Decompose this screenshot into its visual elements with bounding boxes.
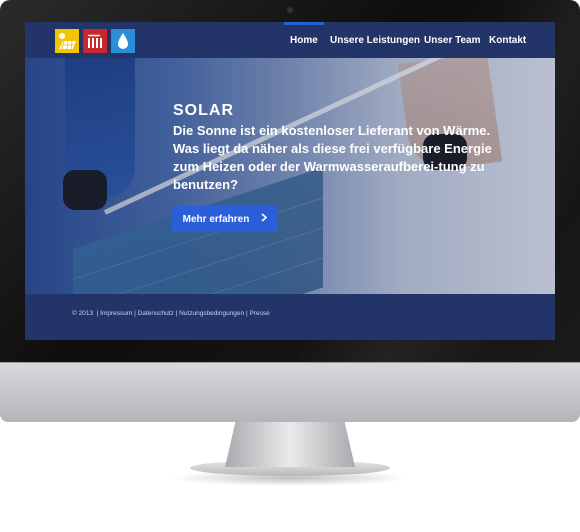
more-info-button[interactable]: Mehr erfahren <box>172 206 278 232</box>
chevron-right-icon <box>261 213 268 225</box>
nav-team[interactable]: Unser Team <box>424 35 481 46</box>
hero-description: Die Sonne ist ein kostenloser Lieferant … <box>173 123 492 192</box>
nav-services[interactable]: Unsere Leistungen <box>330 35 420 46</box>
footer-link-datenschutz[interactable]: Datenschutz <box>138 310 174 317</box>
nav-active-indicator <box>284 22 324 25</box>
radiator-icon[interactable] <box>83 29 107 53</box>
site-footer: © 2013 | Impressum | Datenschutz | Nutzu… <box>25 294 555 340</box>
hero-title: SOLAR <box>173 102 234 119</box>
footer-link-press[interactable]: Presse <box>249 310 269 317</box>
monitor-chin <box>0 362 580 422</box>
solar-panel-icon[interactable] <box>55 29 79 53</box>
water-drop-icon[interactable] <box>111 29 135 53</box>
monitor-stand <box>225 422 355 467</box>
copyright-text: © 2013 <box>72 310 94 317</box>
footer-link-impressum[interactable]: Impressum <box>100 310 132 317</box>
nav-contact[interactable]: Kontakt <box>489 35 526 46</box>
website-screen: SOLAR Die Sonne ist ein kostenloser Lief… <box>25 22 555 340</box>
footer-link-terms[interactable]: Nutzungsbedingungen <box>179 310 244 317</box>
chin-divider <box>0 362 580 363</box>
footer-links: © 2013 | Impressum | Datenschutz | Nutzu… <box>72 310 270 317</box>
nav-home[interactable]: Home <box>290 35 318 46</box>
camera-icon <box>286 6 294 14</box>
hero-slider: SOLAR Die Sonne ist ein kostenloser Lief… <box>25 58 555 294</box>
site-header: Home Unsere Leistungen Unser Team Kontak… <box>25 22 555 58</box>
cta-label: Mehr erfahren <box>182 213 250 225</box>
